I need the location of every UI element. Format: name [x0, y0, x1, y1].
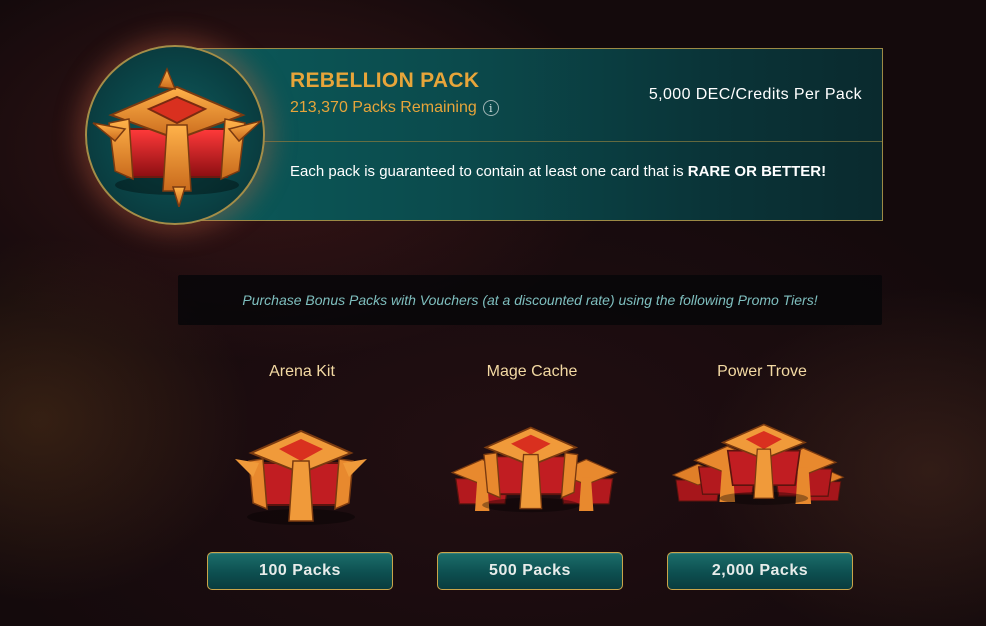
pack-description: Each pack is guaranteed to contain at le… [290, 161, 850, 182]
pack-banner: REBELLION PACK 213,370 Packs Remaining i… [183, 48, 883, 221]
pack-description-text: Each pack is guaranteed to contain at le… [290, 163, 688, 180]
buy-500-packs-button[interactable]: 500 Packs [437, 552, 623, 590]
buy-100-packs-button[interactable]: 100 Packs [207, 552, 393, 590]
tier-chest-icon [235, 429, 367, 525]
promo-banner: Purchase Bonus Packs with Vouchers (at a… [178, 275, 882, 325]
packs-remaining-text: 213,370 Packs Remaining [290, 99, 477, 116]
tier-chests-icon [450, 426, 618, 513]
tier-name: Arena Kit [269, 363, 335, 380]
packs-remaining: 213,370 Packs Remaining i [290, 99, 499, 117]
tier-power-trove: Power Trove 2,000 Packs [667, 363, 857, 595]
tier-mage-cache: Mage Cache 500 Packs [437, 363, 627, 595]
tier-arena-kit: Arena Kit 100 Packs [207, 363, 397, 595]
tier-name: Power Trove [717, 363, 807, 380]
pack-price: 5,000 DEC/Credits Per Pack [648, 86, 862, 103]
promo-text: Purchase Bonus Packs with Vouchers (at a… [242, 292, 818, 308]
banner-divider [184, 141, 882, 142]
info-icon[interactable]: i [482, 100, 499, 116]
pack-description-emphasis: RARE OR BETTER! [687, 163, 827, 180]
pack-title: REBELLION PACK [290, 69, 480, 92]
tier-chests-icon [671, 423, 845, 505]
tier-name: Mage Cache [486, 363, 578, 380]
pack-image [85, 45, 265, 225]
buy-2000-packs-button[interactable]: 2,000 Packs [667, 552, 853, 590]
chest-icon [92, 67, 262, 207]
